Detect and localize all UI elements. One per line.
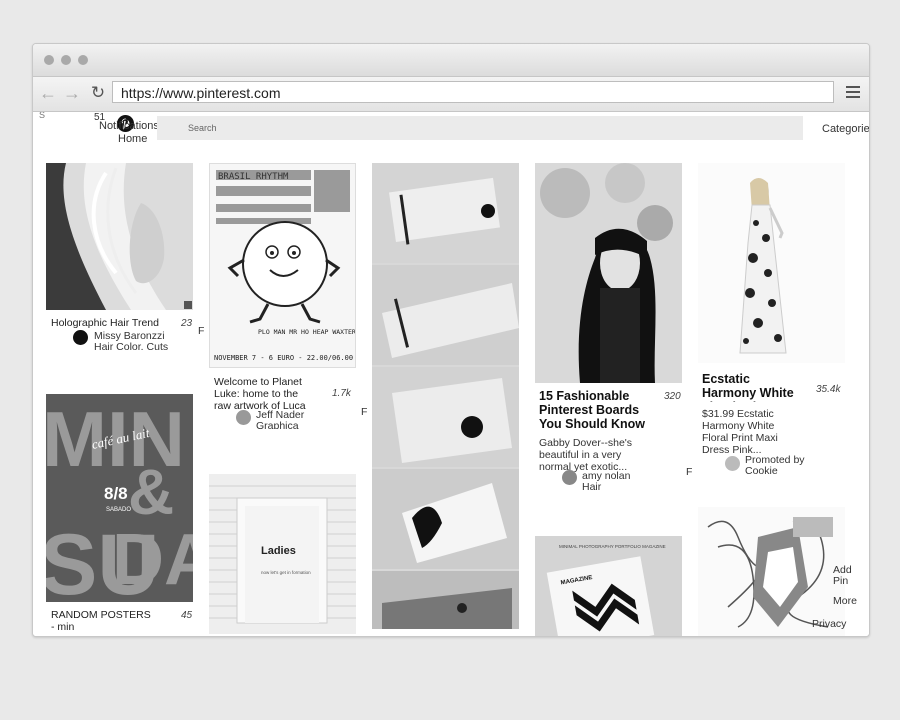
address-bar[interactable]: https://www.pinterest.com xyxy=(112,81,834,103)
repin-count: 320 xyxy=(664,391,681,402)
board-name[interactable]: Hair xyxy=(582,481,601,493)
magazine-header-text: MINIMAL PHOTOGRAPHY PORTFOLIO MAGAZINE xyxy=(559,544,666,549)
hair-pin-image[interactable] xyxy=(46,163,193,310)
pin-link[interactable]: Pin xyxy=(833,575,848,587)
planet-footer-text: NOVEMBER 7 - 6 EURO - 22.00/06.00 xyxy=(214,354,353,362)
pin-description: $31.99 Ecstatic Harmony White Floral Pri… xyxy=(702,408,778,455)
board-name[interactable]: Graphica xyxy=(256,420,299,429)
woman-pin-image[interactable] xyxy=(535,163,682,383)
pinterest-page: S 51 Notifications Home Search Categorie… xyxy=(33,112,869,636)
pin-description: Gabby Dover--she's beautiful in a very n… xyxy=(539,437,633,473)
zoom-window-dot[interactable] xyxy=(78,55,88,65)
pin-title[interactable]: RANDOM POSTERS - min xyxy=(51,609,151,633)
pin-title[interactable]: Ecstatic Harmony White Floral Print xyxy=(702,372,802,402)
poster-date-text: 8/8 xyxy=(104,484,128,503)
pin-title[interactable]: Holographic Hair Trend xyxy=(51,317,181,329)
notebook-pin-image[interactable] xyxy=(372,163,519,629)
home-label[interactable]: Home xyxy=(118,133,147,145)
hamburger-menu-icon[interactable] xyxy=(846,86,860,98)
forward-arrow-icon[interactable]: → xyxy=(63,84,81,102)
back-arrow-icon[interactable]: ← xyxy=(39,84,57,102)
side-stub: F xyxy=(686,466,693,478)
pin-title[interactable]: 15 Fashionable Pinterest Boards You Shou… xyxy=(539,389,651,433)
poster-pin-image[interactable]: MIN SU & DA café au lait 8/8 SABADO xyxy=(46,394,193,602)
categories-link[interactable]: Categories xyxy=(822,123,869,135)
poster-da-text: DA xyxy=(112,520,193,600)
close-window-dot[interactable] xyxy=(44,55,54,65)
avatar[interactable] xyxy=(725,456,740,471)
planet-names-text: PLO MAN MR HO HEAP WAXTER DANCEL xyxy=(258,328,356,336)
ladies-lines-text: now let's get in formation xyxy=(261,570,311,575)
side-stub: F xyxy=(361,406,368,418)
title-bar xyxy=(33,44,869,77)
share-icon[interactable] xyxy=(184,301,192,309)
more-link[interactable]: More xyxy=(833,595,857,607)
avatar[interactable] xyxy=(236,410,251,425)
promoter-name[interactable]: Cookie xyxy=(745,465,778,477)
magazine-pin-image[interactable]: MINIMAL PHOTOGRAPHY PORTFOLIO MAGAZINE M… xyxy=(535,536,682,636)
side-stub: F xyxy=(198,325,205,337)
minimize-window-dot[interactable] xyxy=(61,55,71,65)
poster-day-text: SABADO xyxy=(106,507,131,513)
privacy-link[interactable]: Privacy xyxy=(812,618,846,630)
planet-luke-pin-image[interactable]: BRASIL RHYTHM PLO MAN MR HO HEAP WAXTER … xyxy=(209,163,356,368)
avatar[interactable] xyxy=(73,330,88,345)
graphic-pin-image[interactable] xyxy=(698,507,845,636)
repin-count: 1.7k xyxy=(332,388,351,399)
search-input[interactable]: Search xyxy=(157,116,803,140)
header-stub-text: S xyxy=(39,112,46,120)
avatar[interactable] xyxy=(562,470,577,485)
planet-top-text: BRASIL RHYTHM xyxy=(218,172,289,182)
browser-window: ← → ↻ https://www.pinterest.com S 51 Not… xyxy=(32,43,870,637)
repin-count: 23 xyxy=(181,318,193,329)
repin-count: 35.4k xyxy=(816,384,841,395)
ladies-label-text: Ladies xyxy=(261,545,296,557)
poster-amp-text: & xyxy=(128,456,174,528)
browser-toolbar: ← → ↻ https://www.pinterest.com xyxy=(33,77,869,112)
repin-count: 45 xyxy=(181,610,193,621)
reload-icon[interactable]: ↻ xyxy=(89,84,107,102)
dress-pin-image[interactable] xyxy=(698,163,845,363)
notifications-label[interactable]: Notifications xyxy=(99,120,159,132)
ladies-pin-image[interactable]: Ladies now let's get in formation xyxy=(209,474,356,634)
board-name[interactable]: Hair Color. Cuts xyxy=(94,341,168,353)
